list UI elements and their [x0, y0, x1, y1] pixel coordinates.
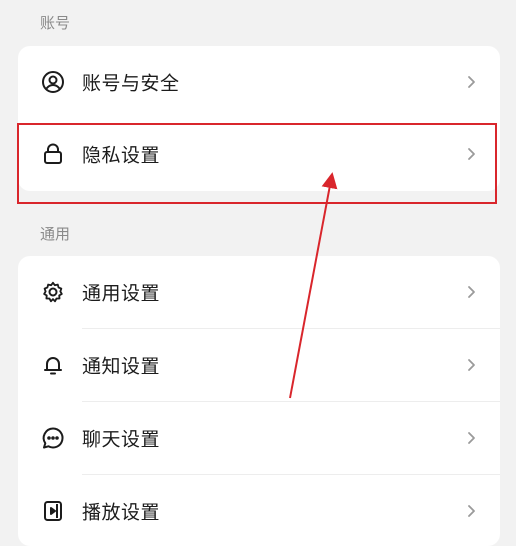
play-device-icon	[40, 498, 66, 524]
user-circle-icon	[40, 69, 66, 95]
account-settings-card: 账号与安全 隐私设置	[18, 46, 500, 191]
settings-item-label: 播放设置	[82, 501, 161, 524]
section-label-account: 账号	[40, 14, 71, 32]
chevron-right-icon	[464, 358, 478, 372]
settings-item-playback[interactable]: 播放设置	[18, 475, 500, 546]
settings-item-label: 聊天设置	[82, 428, 161, 451]
settings-item-privacy[interactable]: 隐私设置	[18, 118, 500, 190]
chevron-right-icon	[464, 431, 478, 445]
chevron-right-icon	[464, 147, 478, 161]
settings-item-general[interactable]: 通用设置	[18, 256, 500, 328]
bell-icon	[40, 352, 66, 378]
chevron-right-icon	[464, 504, 478, 518]
general-settings-card: 通用设置 通知设置 聊天设置 播放设置	[18, 256, 500, 546]
settings-item-label: 通知设置	[82, 355, 161, 378]
settings-item-account-security[interactable]: 账号与安全	[18, 46, 500, 118]
section-label-general: 通用	[40, 225, 71, 243]
chat-bubble-icon	[40, 425, 66, 451]
lock-icon	[40, 141, 66, 167]
gear-icon	[40, 279, 66, 305]
settings-item-label: 通用设置	[82, 282, 161, 305]
settings-item-chat[interactable]: 聊天设置	[18, 402, 500, 474]
settings-item-label: 隐私设置	[82, 144, 161, 167]
settings-item-label: 账号与安全	[82, 72, 180, 95]
chevron-right-icon	[464, 285, 478, 299]
chevron-right-icon	[464, 75, 478, 89]
settings-item-notifications[interactable]: 通知设置	[18, 329, 500, 401]
